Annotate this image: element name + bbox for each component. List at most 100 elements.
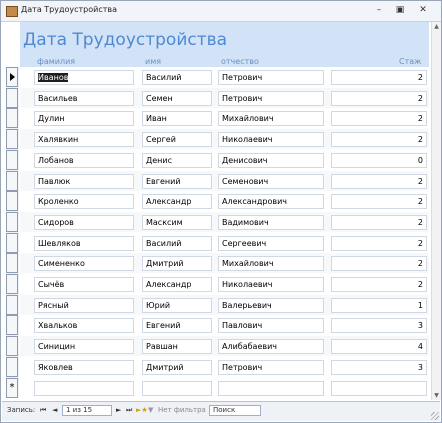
surname-field[interactable]: Синицин [34, 339, 134, 355]
surname-field[interactable]: Рясный [34, 297, 134, 313]
new-name-field[interactable] [142, 380, 212, 396]
new-record-selector[interactable]: * [6, 377, 18, 398]
experience-field[interactable]: 2 [331, 256, 427, 272]
record-selector[interactable] [6, 108, 18, 129]
name-field[interactable]: Юрий [142, 297, 212, 313]
experience-field[interactable]: 2 [331, 277, 427, 292]
patronymic-field[interactable]: Михайлович [218, 111, 324, 127]
patronymic-field[interactable]: Петрович [218, 70, 324, 85]
restore-icon[interactable]: ▣ [392, 4, 408, 17]
experience-field[interactable]: 2 [331, 194, 427, 210]
surname-field[interactable]: Сычёв [34, 277, 134, 292]
experience-field[interactable]: 2 [331, 111, 427, 127]
name-field[interactable]: Александр [142, 194, 212, 210]
new-record-icon[interactable]: ►★ [136, 406, 148, 414]
last-record-icon[interactable]: ⏭ [126, 406, 132, 415]
experience-field[interactable]: 1 [331, 297, 427, 313]
name-field[interactable]: Евгений [142, 318, 212, 334]
close-icon[interactable]: ✕ [415, 4, 431, 17]
patronymic-value: Алибабаевич [222, 342, 278, 352]
experience-field[interactable]: 2 [331, 132, 427, 148]
name-field[interactable]: Масксим [142, 214, 212, 230]
surname-value: Шевляков [38, 238, 81, 248]
record-selector[interactable] [6, 67, 18, 87]
experience-field[interactable]: 3 [331, 359, 427, 375]
patronymic-field[interactable]: Сергеевич [218, 235, 324, 251]
surname-field[interactable]: Кроленко [34, 194, 134, 210]
surname-field[interactable]: Хвальков [34, 318, 134, 334]
vertical-scrollbar[interactable]: ▲ ▼ [431, 22, 441, 400]
record-selector[interactable] [6, 315, 18, 336]
patronymic-field[interactable]: Николаевич [218, 277, 324, 292]
experience-field[interactable]: 2 [331, 90, 427, 106]
new-experience-field[interactable] [331, 380, 427, 396]
patronymic-field[interactable]: Семенович [218, 173, 324, 189]
record-selector[interactable] [6, 253, 18, 274]
experience-field[interactable]: 2 [331, 173, 427, 189]
next-record-icon[interactable]: ► [116, 406, 121, 414]
record-selector[interactable] [6, 232, 18, 253]
name-field[interactable]: Иван [142, 111, 212, 127]
surname-field[interactable]: Дулин [34, 111, 134, 127]
minimize-icon[interactable]: – [371, 4, 387, 17]
record-selector[interactable] [6, 87, 18, 108]
surname-field[interactable]: Павлюк [34, 173, 134, 189]
record-selector[interactable] [6, 294, 18, 315]
surname-field[interactable]: Лобанов [34, 152, 134, 168]
name-field[interactable]: Евгений [142, 173, 212, 189]
name-field[interactable]: Денис [142, 152, 212, 168]
scroll-down-icon[interactable]: ▼ [432, 391, 441, 400]
experience-value: 2 [417, 176, 423, 186]
filter-status[interactable]: Нет фильтра [158, 406, 206, 414]
patronymic-field[interactable]: Алибабаевич [218, 339, 324, 355]
surname-field[interactable]: Яковлев [34, 359, 134, 375]
surname-field[interactable]: Сидоров [34, 214, 134, 230]
resize-grip[interactable] [431, 412, 439, 420]
patronymic-field[interactable]: Николаевич [218, 132, 324, 148]
name-field[interactable]: Василий [142, 70, 212, 85]
surname-field[interactable]: Халявкин [34, 132, 134, 148]
scroll-up-icon[interactable]: ▲ [432, 22, 441, 31]
previous-record-icon[interactable]: ◄ [52, 406, 57, 414]
name-field[interactable]: Дмитрий [142, 359, 212, 375]
new-surname-field[interactable] [34, 380, 134, 396]
surname-value: Дулин [38, 114, 65, 124]
records-label: Запись: [7, 406, 36, 414]
name-field[interactable]: Семен [142, 90, 212, 106]
surname-field[interactable]: Симененко [34, 256, 134, 272]
experience-value: 2 [417, 73, 423, 82]
surname-field[interactable]: Шевляков [34, 235, 134, 251]
first-record-icon[interactable]: ⏮ [40, 406, 46, 415]
patronymic-field[interactable]: Петрович [218, 90, 324, 106]
experience-field[interactable]: 0 [331, 152, 427, 168]
record-selector[interactable] [6, 129, 18, 150]
patronymic-field[interactable]: Петрович [218, 359, 324, 375]
patronymic-field[interactable]: Вадимович [218, 214, 324, 230]
experience-field[interactable]: 4 [331, 339, 427, 355]
surname-field[interactable]: Иванов [34, 70, 134, 85]
experience-field[interactable]: 3 [331, 318, 427, 334]
patronymic-field[interactable]: Михайлович [218, 256, 324, 272]
new-patronymic-field[interactable] [218, 380, 324, 396]
record-selector[interactable] [6, 356, 18, 377]
patronymic-field[interactable]: Павлович [218, 318, 324, 334]
record-selector[interactable] [6, 211, 18, 232]
name-field[interactable]: Сергей [142, 132, 212, 148]
search-placeholder: Поиск [213, 406, 236, 414]
patronymic-field[interactable]: Денисович [218, 152, 324, 168]
record-selector[interactable] [6, 336, 18, 357]
experience-field[interactable]: 2 [331, 235, 427, 251]
surname-field[interactable]: Васильев [34, 90, 134, 106]
record-selector[interactable] [6, 170, 18, 191]
name-field[interactable]: Равшан [142, 339, 212, 355]
record-selector[interactable] [6, 274, 18, 294]
record-selector[interactable] [6, 191, 18, 212]
name-field[interactable]: Александр [142, 277, 212, 292]
name-field[interactable]: Василий [142, 235, 212, 251]
patronymic-field[interactable]: Валерьевич [218, 297, 324, 313]
name-field[interactable]: Дмитрий [142, 256, 212, 272]
experience-field[interactable]: 2 [331, 70, 427, 85]
record-selector[interactable] [6, 149, 18, 170]
patronymic-field[interactable]: Александрович [218, 194, 324, 210]
experience-field[interactable]: 2 [331, 214, 427, 230]
